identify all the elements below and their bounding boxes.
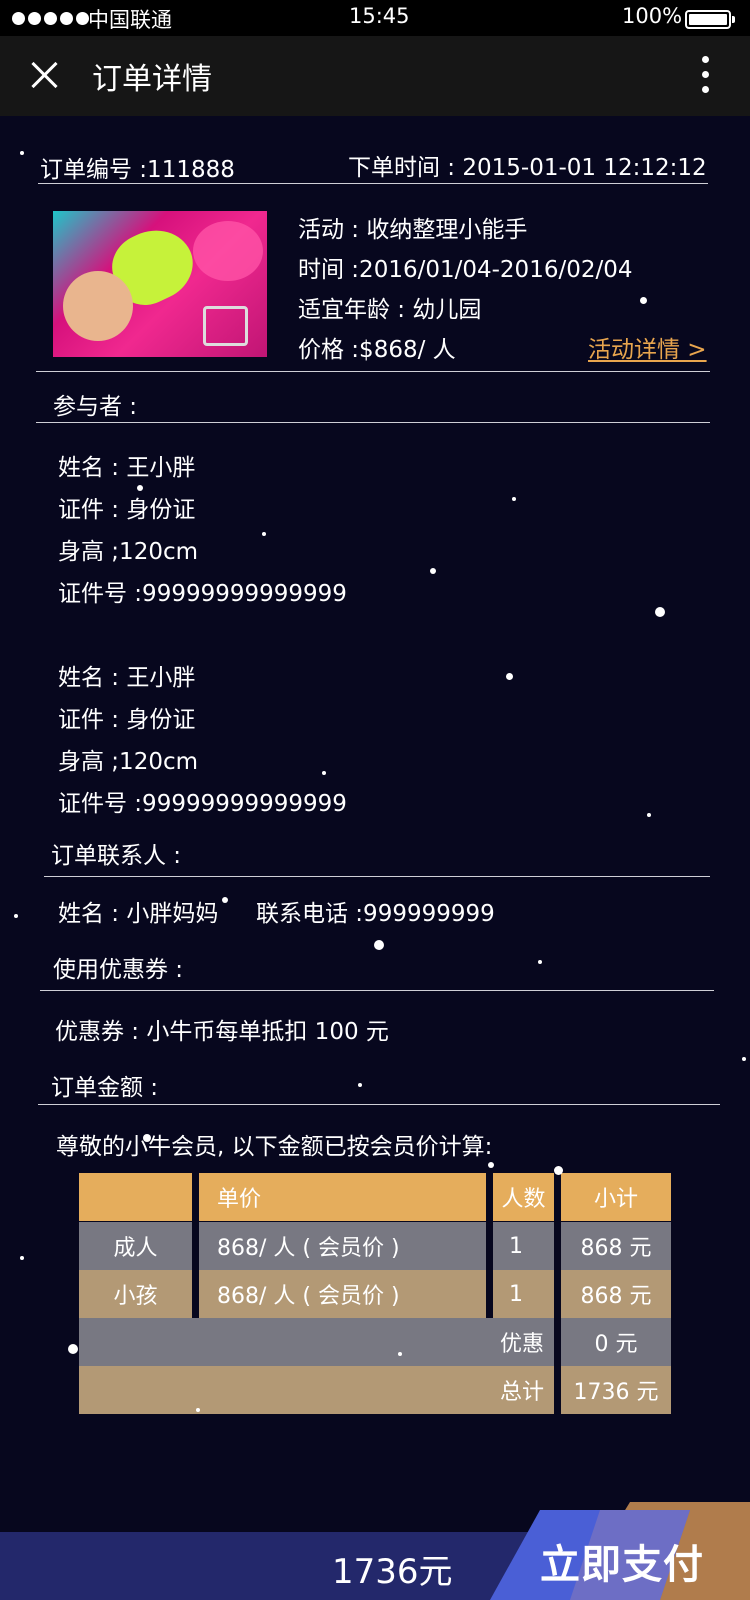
table-header-cell: 单价 <box>199 1173 486 1221</box>
divider <box>40 990 714 991</box>
table-cell: 成人 <box>79 1222 192 1270</box>
contact-label: 订单联系人 : <box>51 843 182 869</box>
total-value: 1736 元 <box>561 1366 671 1414</box>
coupon-value[interactable]: 优惠券 : 小牛币每单抵扣 100 元 <box>55 1012 389 1046</box>
pay-button-label[interactable]: 立即支付 <box>540 1532 704 1590</box>
divider <box>36 422 710 423</box>
participant-id-number: 证件号 :99999999999999 <box>58 791 347 817</box>
table-header-cell: 小计 <box>561 1173 671 1221</box>
coupon-label: 使用优惠券 : <box>53 957 184 983</box>
participant-id-type: 证件 : 身份证 <box>58 497 196 523</box>
status-bar: 中国联通 15:45 100% <box>0 0 750 36</box>
close-icon[interactable] <box>30 60 60 90</box>
participant-name: 姓名 : 王小胖 <box>58 665 196 691</box>
activity-age: 适宜年龄 : 幼儿园 <box>298 297 482 323</box>
battery-icon <box>685 10 735 29</box>
participant-name: 姓名 : 王小胖 <box>58 455 196 481</box>
more-options-icon[interactable] <box>698 56 712 98</box>
table-cell: 868 元 <box>561 1222 671 1270</box>
divider <box>44 876 710 877</box>
order-time: 下单时间 : 2015-01-01 12:12:12 <box>348 155 707 181</box>
table-cell: 868 元 <box>561 1270 671 1318</box>
carrier: 中国联通 <box>88 8 172 32</box>
table-header-cell <box>79 1173 192 1221</box>
nav-bar: 订单详情 <box>0 36 750 116</box>
order-number: 订单编号 :111888 <box>40 157 235 183</box>
battery-percent: 100% <box>622 4 683 28</box>
divider <box>36 371 710 372</box>
clock: 15:45 <box>349 4 410 28</box>
table-cell: 1 <box>493 1222 554 1270</box>
amount-label: 订单金额 : <box>51 1075 159 1101</box>
page-title: 订单详情 <box>92 62 212 97</box>
participant-id-type: 证件 : 身份证 <box>58 707 196 733</box>
divider <box>38 183 708 184</box>
total-label: 总计 <box>79 1366 554 1414</box>
contact-phone: 联系电话 :999999999 <box>256 901 495 927</box>
table-cell: 868/ 人 ( 会员价 ) <box>199 1270 486 1318</box>
activity-price: 价格 :$868/ 人 <box>298 337 456 363</box>
activity-image[interactable] <box>53 211 267 357</box>
discount-value: 0 元 <box>561 1318 671 1366</box>
table-cell: 1 <box>493 1270 554 1318</box>
participant-height: 身高 ;120cm <box>58 749 199 775</box>
table-cell: 868/ 人 ( 会员价 ) <box>199 1222 486 1270</box>
table-header-cell: 人数 <box>493 1173 554 1221</box>
divider <box>38 1104 720 1105</box>
activity-period: 时间 :2016/01/04-2016/02/04 <box>298 257 633 283</box>
discount-label: 优惠 <box>79 1318 554 1366</box>
contact-name: 姓名 : 小胖妈妈 <box>58 901 219 927</box>
activity-detail-link[interactable]: 活动详情 > <box>588 330 707 364</box>
participants-label: 参与者 : <box>53 394 138 420</box>
participant-height: 身高 ;120cm <box>58 539 199 565</box>
table-cell: 小孩 <box>79 1270 192 1318</box>
member-note: 尊敬的小牛会员, 以下金额已按会员价计算: <box>56 1134 493 1160</box>
footer-total: 1736元 <box>332 1552 453 1592</box>
activity-name: 活动 : 收纳整理小能手 <box>298 217 528 243</box>
participant-id-number: 证件号 :99999999999999 <box>58 581 347 607</box>
signal-icon <box>12 12 89 25</box>
